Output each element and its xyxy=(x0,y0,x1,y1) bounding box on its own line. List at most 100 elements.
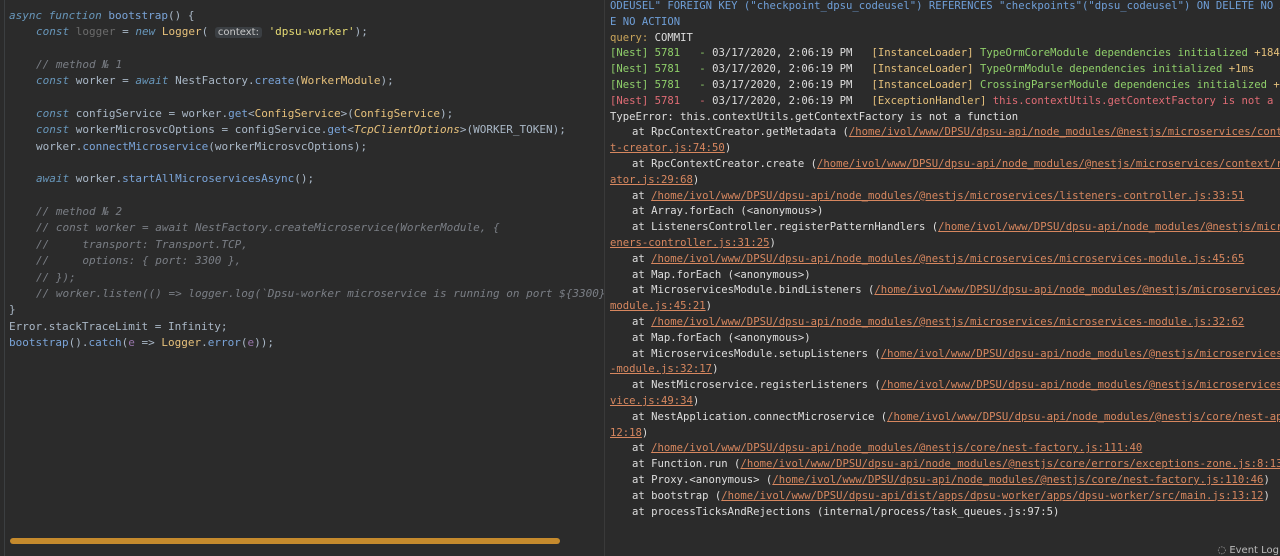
console-line: at MicroservicesModule.bindListeners (/h… xyxy=(610,283,1280,299)
code-line[interactable] xyxy=(9,155,604,171)
code-line[interactable]: const worker = await NestFactory.create(… xyxy=(9,73,604,89)
file-link[interactable]: 12:18 xyxy=(610,427,642,439)
text-token: ); xyxy=(354,25,368,39)
text-token: // }); xyxy=(36,270,76,284)
text-token: Logger xyxy=(161,25,202,39)
code-line[interactable]: // worker.listen(() => logger.log(`Dpsu-… xyxy=(9,286,604,302)
text-token: at Proxy.<anonymous> ( xyxy=(632,473,773,486)
code-line[interactable]: // method № 2 xyxy=(9,204,604,220)
run-console[interactable]: ODEUSEL" FOREIGN KEY ("checkpoint_dpsu_c… xyxy=(604,0,1280,556)
text-token: get xyxy=(228,107,248,121)
code-line[interactable]: bootstrap().catch(e => Logger.error(e)); xyxy=(9,335,604,351)
file-link[interactable]: /home/ivol/www/DPSU/dpsu-api/dist/apps/d… xyxy=(721,490,1263,502)
code-line[interactable]: const workerMicrosvcOptions = configServ… xyxy=(9,122,604,138)
text-token: query: xyxy=(610,31,649,44)
text-token: logger xyxy=(75,25,116,39)
code-line[interactable] xyxy=(9,41,604,57)
text-token: (). xyxy=(68,335,89,349)
file-link[interactable]: /home/ivol/www/DPSU/dpsu-api/node_module… xyxy=(772,474,1263,486)
code-line[interactable]: // transport: Transport.TCP, xyxy=(9,237,604,253)
text-token: ConfigService xyxy=(254,107,341,121)
file-link[interactable]: module.js:45:21 xyxy=(610,300,706,312)
text-token: (); xyxy=(294,172,315,186)
file-link[interactable]: /home/ivol/www/DPSU/dpsu-api/node_module… xyxy=(881,379,1280,391)
console-line: eners-controller.js:31:25) xyxy=(610,236,1279,252)
file-link[interactable]: /home/ivol/www/DPSU/dpsu-api/node_module… xyxy=(887,411,1280,423)
file-link[interactable]: t-creator.js:74:50 xyxy=(610,142,725,154)
file-link[interactable]: ator.js:29:68 xyxy=(610,174,693,186)
file-link[interactable]: /home/ivol/www/DPSU/dpsu-api/node_module… xyxy=(874,284,1280,296)
event-log-button[interactable]: ◌ Event Log xyxy=(1217,545,1279,556)
code-line[interactable]: const configService = worker.get<ConfigS… xyxy=(9,106,604,122)
file-link[interactable]: eners-controller.js:31:25 xyxy=(610,237,769,249)
code-line[interactable] xyxy=(9,188,604,204)
file-link[interactable]: vice.js:49:34 xyxy=(610,395,693,407)
text-token: bootstrap xyxy=(108,9,168,22)
console-line: at /home/ivol/www/DPSU/dpsu-api/node_mod… xyxy=(610,252,1279,268)
code-line[interactable]: // }); xyxy=(9,270,604,286)
text-token: [InstanceLoader] xyxy=(871,78,980,91)
console-line: at processTicksAndRejections (internal/p… xyxy=(610,505,1279,521)
text-token: at xyxy=(632,252,652,265)
text-token: ) xyxy=(641,426,649,439)
file-link[interactable]: /home/ivol/www/DPSU/dpsu-api/node_module… xyxy=(849,126,1280,138)
console-line: at NestApplication.connectMicroservice (… xyxy=(610,410,1280,426)
text-token: new xyxy=(135,25,162,39)
console-line: at RpcContextCreator.create (/home/ivol/… xyxy=(610,157,1280,173)
file-link[interactable]: /home/ivol/www/DPSU/dpsu-api/node_module… xyxy=(651,442,1142,454)
text-token: async function xyxy=(9,9,109,22)
code-line[interactable]: // const worker = await NestFactory.crea… xyxy=(9,220,604,236)
text-token: TcpClientOptions xyxy=(353,123,460,137)
text-token: this.contextUtils.getContextFactory is n… xyxy=(992,94,1280,107)
console-line: at Proxy.<anonymous> (/home/ivol/www/DPS… xyxy=(610,473,1279,489)
text-token: at processTicksAndRejections (internal/p… xyxy=(632,505,1060,518)
text-token: +1ms xyxy=(1228,63,1255,76)
console-line: TypeError: this.contextUtils.getContextF… xyxy=(610,110,1279,126)
code-line[interactable]: } xyxy=(9,302,604,318)
file-link[interactable]: /home/ivol/www/DPSU/dpsu-api/node_module… xyxy=(651,190,1244,202)
code-line[interactable]: const logger = new Logger( context: 'dps… xyxy=(9,24,604,40)
file-link[interactable]: -module.js:32:17 xyxy=(610,363,712,375)
code-line[interactable]: Error.stackTraceLimit = Infinity; xyxy=(9,319,604,335)
gutter-line xyxy=(4,0,5,556)
console-line: at NestMicroservice.registerListeners (/… xyxy=(610,378,1280,394)
text-token: = xyxy=(115,25,136,39)
text-token: const xyxy=(36,25,76,39)
code-line[interactable] xyxy=(9,90,604,106)
file-link[interactable]: /home/ivol/www/DPSU/dpsu-api/node_module… xyxy=(938,221,1280,233)
file-link[interactable]: /home/ivol/www/DPSU/dpsu-api/node_module… xyxy=(651,253,1244,265)
text-token: error xyxy=(207,335,241,349)
text-token: . xyxy=(201,335,208,349)
file-link[interactable]: /home/ivol/www/DPSU/dpsu-api/node_module… xyxy=(651,316,1244,328)
console-line: module.js:45:21) xyxy=(610,299,1279,315)
horizontal-scrollbar[interactable] xyxy=(10,538,560,544)
console-line: at RpcContextCreator.getMetadata (/home/… xyxy=(610,125,1280,141)
text-token: at xyxy=(632,189,652,202)
console-line: [Nest] 5781 - 03/17/2020, 2:06:19 PM [In… xyxy=(610,46,1280,62)
code-line[interactable]: // method № 1 xyxy=(9,57,604,73)
text-token: [Nest] 5781 - xyxy=(610,63,713,76)
code-editor[interactable]: async function bootstrap() {const logger… xyxy=(0,0,604,556)
code-line[interactable]: worker.connectMicroservice(workerMicrosv… xyxy=(9,139,604,155)
console-line: ODEUSEL" FOREIGN KEY ("checkpoint_dpsu_c… xyxy=(610,0,1280,15)
code-line[interactable]: async function bootstrap() { xyxy=(9,8,604,24)
file-link[interactable]: /home/ivol/www/DPSU/dpsu-api/node_module… xyxy=(881,348,1280,360)
console-line: at /home/ivol/www/DPSU/dpsu-api/node_mod… xyxy=(610,441,1279,457)
text-token: // method № 2 xyxy=(36,205,123,219)
file-link[interactable]: /home/ivol/www/DPSU/dpsu-api/node_module… xyxy=(740,458,1280,470)
text-token: +184ms xyxy=(1254,47,1280,60)
text-token: => xyxy=(134,335,162,349)
code-area[interactable]: async function bootstrap() {const logger… xyxy=(9,8,604,351)
console-line: at bootstrap (/home/ivol/www/DPSU/dpsu-a… xyxy=(610,489,1279,505)
text-token: ); xyxy=(380,74,394,88)
text-token: 03/17/2020, 2:06:19 PM xyxy=(712,63,872,76)
text-token: ConfigService xyxy=(353,107,441,121)
file-link[interactable]: /home/ivol/www/DPSU/dpsu-api/node_module… xyxy=(817,158,1280,170)
text-token: ) xyxy=(724,142,732,155)
code-line[interactable]: // options: { port: 3300 }, xyxy=(9,253,604,269)
console-line: at ListenersController.registerPatternHa… xyxy=(610,220,1280,236)
text-token: ) xyxy=(769,236,776,249)
code-line[interactable]: await worker.startAllMicroservicesAsync(… xyxy=(9,171,604,187)
text-token: at RpcContextCreator.create ( xyxy=(632,157,817,170)
